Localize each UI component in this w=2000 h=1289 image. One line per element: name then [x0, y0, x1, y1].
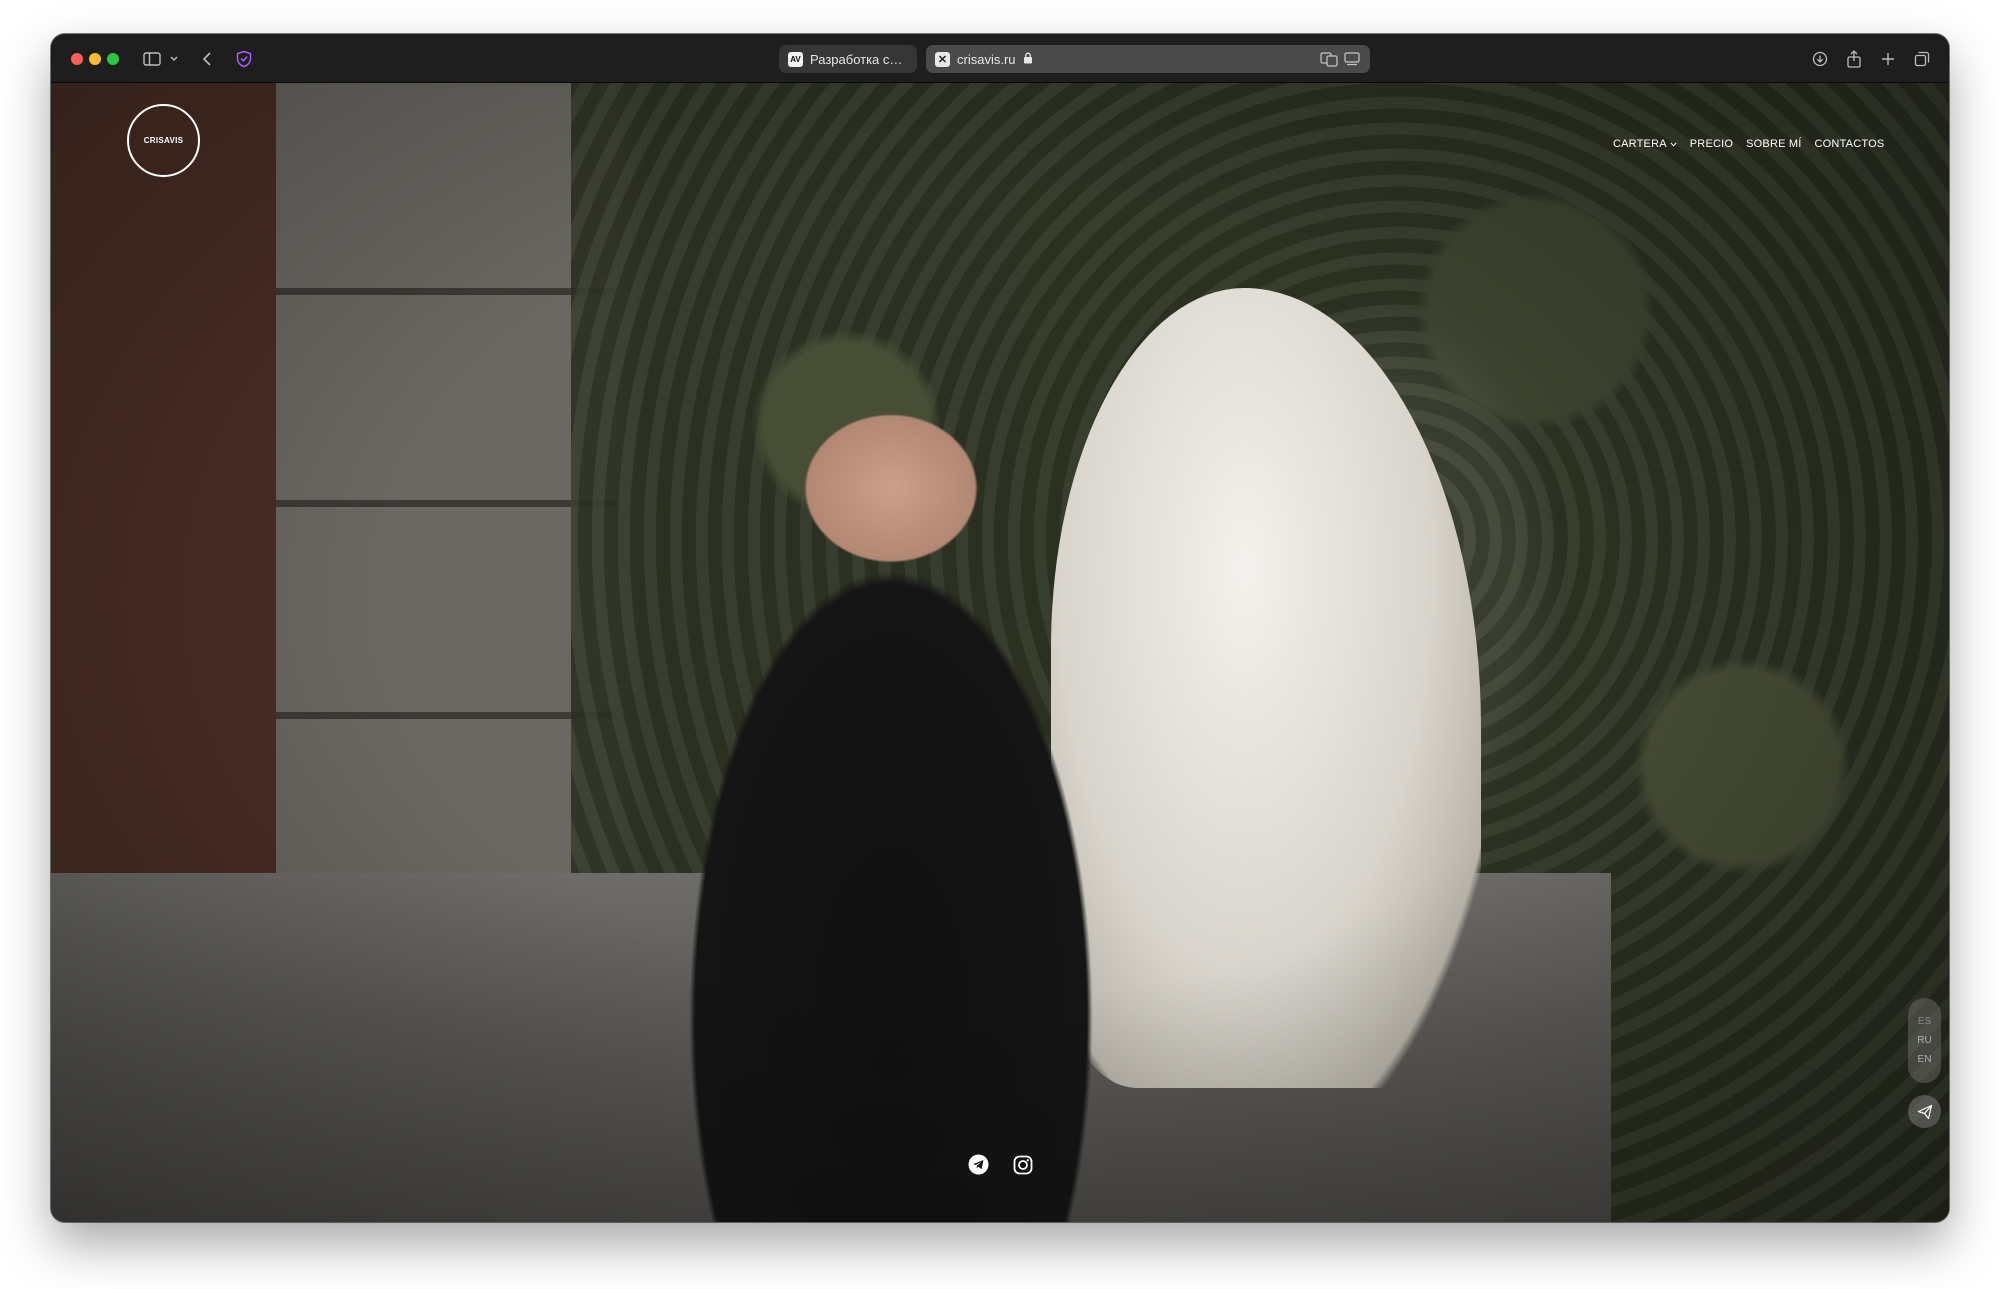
- tab-overview-icon[interactable]: [1911, 48, 1933, 70]
- close-window-button[interactable]: [71, 53, 83, 65]
- tab-favicon: ✕: [935, 51, 950, 67]
- download-icon[interactable]: [1809, 48, 1831, 70]
- site-logo[interactable]: CRISAVIS: [127, 104, 200, 177]
- language-option-ru[interactable]: RU: [1917, 1035, 1931, 1046]
- reader-icon[interactable]: [1344, 51, 1360, 70]
- social-links: [968, 1154, 1033, 1175]
- telegram-contact-button[interactable]: [1908, 1095, 1941, 1128]
- nav-item-label: CONTACTOS: [1814, 138, 1885, 150]
- nav-item-label: SOBRE MÍ: [1746, 138, 1802, 150]
- paper-plane-icon: [1917, 1104, 1932, 1119]
- webpage: CRISAVIS CARTERA PRECIO SOBRE MÍ CONTACT…: [51, 83, 1949, 1222]
- telegram-icon: [968, 1154, 989, 1175]
- sidebar-icon[interactable]: [141, 48, 163, 70]
- tab-active[interactable]: ✕ crisavis.ru: [926, 45, 1370, 73]
- chevron-down-icon: [1670, 141, 1677, 147]
- nav-item-contactos[interactable]: CONTACTOS: [1815, 138, 1885, 150]
- nav-item-sobre-mi[interactable]: SOBRE MÍ: [1746, 138, 1801, 150]
- instagram-link[interactable]: [1012, 1154, 1033, 1175]
- instagram-icon: [1013, 1155, 1032, 1174]
- lock-icon: [1023, 52, 1033, 67]
- address-bar-url[interactable]: crisavis.ru: [957, 52, 1016, 67]
- minimize-window-button[interactable]: [89, 53, 101, 65]
- shield-icon[interactable]: [233, 48, 255, 70]
- chevron-down-icon[interactable]: [163, 48, 185, 70]
- share-icon[interactable]: [1843, 48, 1865, 70]
- nav-item-label: PRECIO: [1689, 138, 1734, 150]
- language-option-es[interactable]: ES: [1918, 1016, 1931, 1027]
- tab-inactive[interactable]: AV Разработка сай...: [779, 45, 917, 73]
- nav-item-label: CARTERA: [1613, 138, 1667, 150]
- logo-text: CRISAVIS: [143, 136, 184, 145]
- zoom-window-button[interactable]: [107, 53, 119, 65]
- browser-toolbar: AV Разработка сай... ✕ crisavis.ru: [51, 34, 1949, 83]
- browser-window: AV Разработка сай... ✕ crisavis.ru CRISA…: [51, 34, 1949, 1222]
- tab-favicon: AV: [788, 51, 803, 67]
- telegram-link[interactable]: [968, 1154, 989, 1175]
- tab-title: Разработка сай...: [810, 51, 908, 67]
- language-switcher: ES RU EN: [1908, 998, 1941, 1083]
- hero-vignette: [51, 83, 1949, 1222]
- hero-photo: [51, 83, 1949, 1222]
- new-tab-icon[interactable]: [1877, 48, 1899, 70]
- translate-icon[interactable]: [1320, 51, 1338, 70]
- nav-item-precio[interactable]: PRECIO: [1690, 138, 1733, 150]
- nav-item-cartera[interactable]: CARTERA: [1613, 138, 1677, 150]
- back-icon[interactable]: [196, 48, 218, 70]
- language-option-en[interactable]: EN: [1918, 1054, 1932, 1065]
- main-nav: CARTERA PRECIO SOBRE MÍ CONTACTOS: [1613, 138, 1884, 150]
